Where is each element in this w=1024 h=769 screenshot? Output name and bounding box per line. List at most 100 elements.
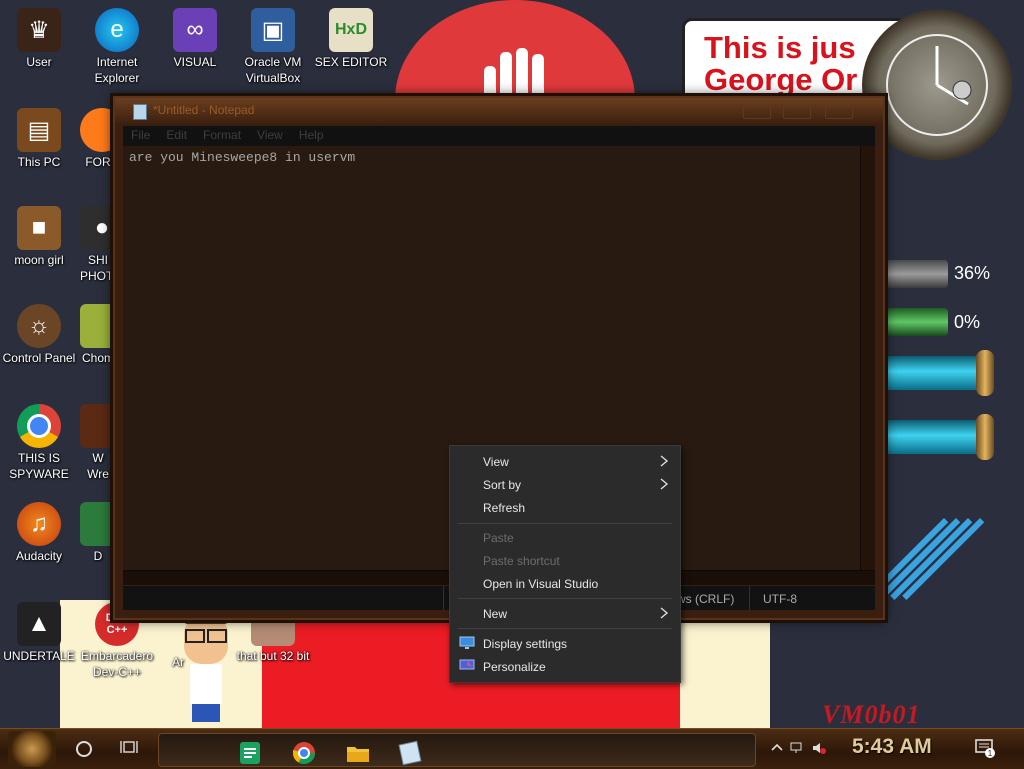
notepad-title-bar[interactable]: *Untitled - Notepad [115,98,883,124]
context-item-refresh[interactable]: Refresh [450,497,680,519]
bubble-line-1: This is jus [704,30,856,65]
edge-icon: e [95,8,139,52]
status-divider [443,586,445,610]
desktop-icon-label: moon girl [14,253,64,267]
visual-studio-icon: ∞ [173,8,217,52]
context-item-label: Open in Visual Studio [483,577,599,591]
notification-count: 1 [988,749,993,758]
context-item-new[interactable]: New [450,603,680,625]
context-item-label: Sort by [483,478,522,492]
desktop-icon-label: Control Panel [2,351,76,365]
app-icon [80,304,116,348]
desktop-icon-virtualbox[interactable]: ▣ Oracle VM VirtualBox [236,8,310,86]
task-view-icon[interactable] [120,739,138,755]
status-line-ending: ws (CRLF) [677,592,735,606]
desktop-icon-label: that but 32 bit [236,649,310,663]
user-folder-icon: ♛ [17,8,61,52]
context-item-personalize[interactable]: Personalize [450,656,680,678]
notepad-icon[interactable] [397,740,423,766]
desktop-icon-sex-editor[interactable]: HxD SEX EDITOR [314,8,388,70]
gauge-tube-cap [976,350,994,396]
spreadsheet-icon[interactable] [237,740,263,766]
unity-icon: ▲ [17,602,61,646]
desktop-icon-wre[interactable]: W Wre [80,404,116,482]
desktop-icon-label: FOR [85,155,111,169]
menu-file[interactable]: File [123,126,158,146]
desktop-icon-label: Audacity [15,549,63,563]
desktop-icon-chom[interactable]: Chom [80,304,116,366]
close-button[interactable] [825,105,853,119]
desktop-icon-label: W Wre [87,451,109,481]
notepad-icon [133,104,147,120]
desktop-icon-label: Oracle VM VirtualBox [244,55,302,85]
desktop-icon-label: This PC [17,155,61,169]
desktop-icon-label: SHI PHOTO [80,253,116,283]
desktop-icon-this-pc[interactable]: ▤ This PC [2,108,76,170]
personalize-icon [459,659,475,670]
context-separator [458,598,672,599]
hex-editor-icon: HxD [329,8,373,52]
desktop-icon-label: UNDERTALE [3,649,75,663]
network-icon[interactable] [790,741,804,755]
menu-view[interactable]: View [249,126,291,146]
desktop-icon-label: Ar [172,655,184,669]
desktop-icon-label: Embarcadero Dev-C++ [80,649,154,679]
chrome-icon [17,404,61,448]
search-circle-icon[interactable] [76,741,92,757]
desktop-icon-firefox[interactable]: FOR [80,108,116,170]
vertical-scrollbar[interactable] [860,146,875,570]
audacity-icon: ♫ [17,502,61,546]
volume-muted-icon[interactable] [812,741,826,755]
context-item-label: View [483,455,509,469]
maximize-button[interactable] [783,105,811,119]
notepad-title: *Untitled - Notepad [153,103,255,117]
context-item-sort-by[interactable]: Sort by [450,474,680,496]
start-button[interactable] [8,731,56,767]
desktop-icon-moon-girl[interactable]: ■ moon girl [2,206,76,268]
taskbar-apps-area [158,733,756,767]
notification-center-icon[interactable]: 1 [974,737,996,759]
desktop-icon-label: SEX EDITOR [314,55,388,69]
desktop-icon-d[interactable]: D [80,502,116,564]
context-item-view[interactable]: View [450,451,680,473]
file-explorer-icon[interactable] [345,740,371,766]
context-item-label: Paste shortcut [483,554,560,568]
context-item-label: Paste [483,531,514,545]
desktop-icon-undertale[interactable]: ▲ UNDERTALE [2,602,76,664]
notepad-menu-bar: File Edit Format View Help [123,126,875,146]
chevron-up-icon[interactable] [770,741,784,755]
taskbar-clock[interactable]: 5:43 AM [852,735,932,759]
gauge-tube-cap [976,414,994,460]
folder-icon: ■ [17,206,61,250]
cpu-gauge-percent: 36% [954,263,991,283]
context-item-label: Personalize [483,660,546,674]
menu-help[interactable]: Help [291,126,332,146]
chevron-right-icon [660,478,669,490]
desktop-icon-user[interactable]: ♛ User [2,8,76,70]
context-item-paste-shortcut[interactable]: Paste shortcut [450,550,680,572]
desktop-icon-control-panel[interactable]: ☼ Control Panel [2,304,76,366]
gauge-tube [882,420,982,454]
bubble-line-2: George Or [704,62,858,97]
desktop-icon-photo[interactable]: ● SHI PHOTO [80,206,116,284]
wallpaper-bubble-text: This is jus George Or [704,32,857,96]
context-item-paste[interactable]: Paste [450,527,680,549]
decorative-rod [878,518,961,601]
firefox-icon [80,108,116,152]
desktop-icon-ar[interactable]: Ar [160,654,196,670]
control-panel-icon: ☼ [17,304,61,348]
desktop-icon-label: THIS IS SPYWARE [9,451,69,481]
desktop-icon-internet-explorer[interactable]: e Internet Explorer [80,8,154,86]
display-icon [459,636,475,649]
desktop-icon-audacity[interactable]: ♫ Audacity [2,502,76,564]
context-item-display-settings[interactable]: Display settings [450,633,680,655]
menu-edit[interactable]: Edit [158,126,195,146]
context-item-open-in-visual-studio[interactable]: Open in Visual Studio [450,573,680,595]
chrome-icon[interactable] [291,740,317,766]
context-item-label: Display settings [483,637,568,651]
minimize-button[interactable] [743,105,771,119]
gimp-icon: ● [80,206,116,250]
desktop-icon-visual[interactable]: ∞ VISUAL [158,8,232,70]
desktop-icon-chrome[interactable]: THIS IS SPYWARE [2,404,76,482]
menu-format[interactable]: Format [195,126,249,146]
